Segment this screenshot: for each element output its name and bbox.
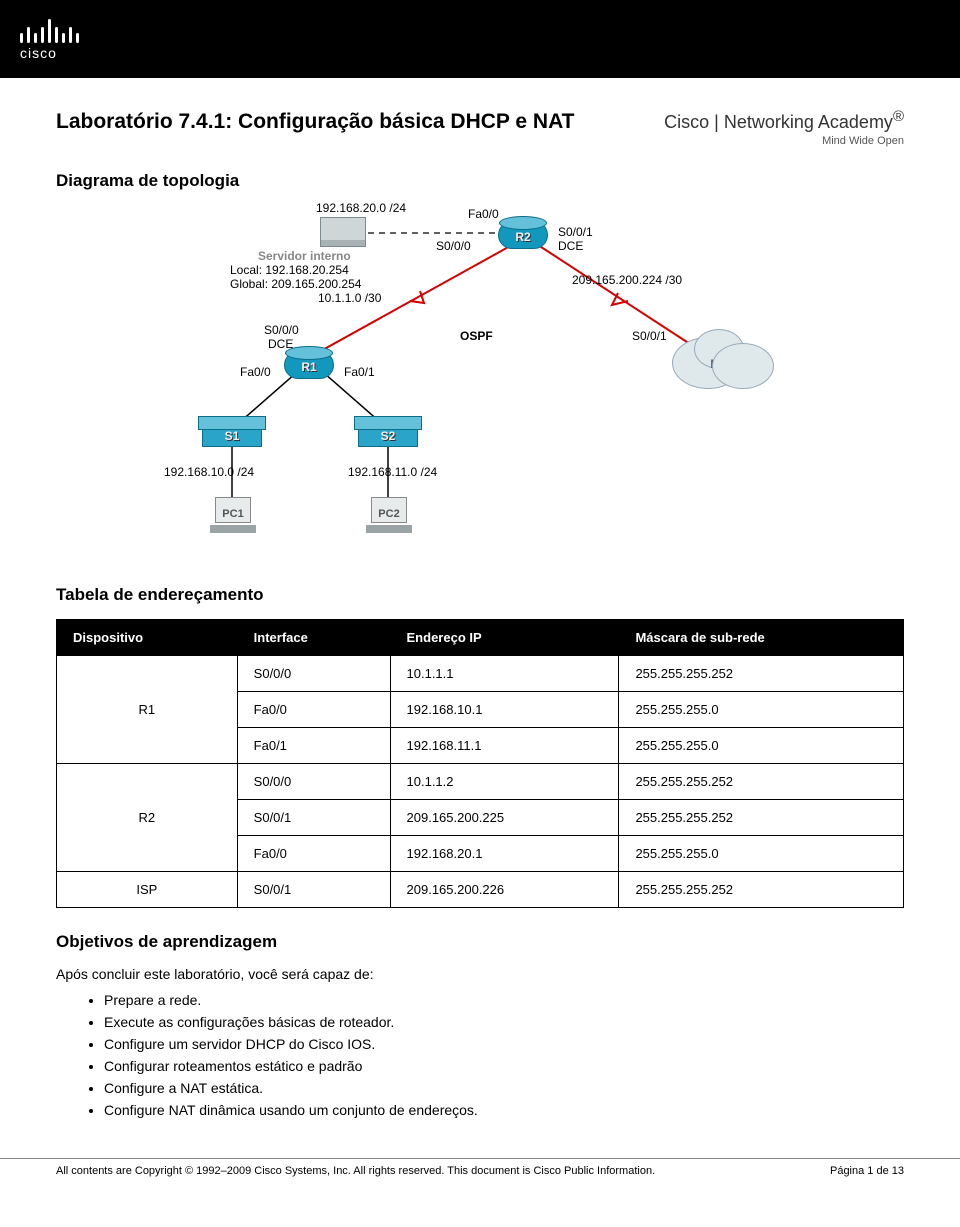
net-pc2: 192.168.11.0 /24 — [348, 465, 437, 479]
table-row: R2 S0/0/0 10.1.1.2 255.255.255.252 — [57, 764, 904, 800]
server-net-label: 192.168.20.0 /24 — [316, 201, 406, 215]
cell-r2: R2 — [57, 764, 238, 872]
switch-s2-label: S2 — [381, 429, 396, 443]
cell: Fa0/1 — [237, 728, 390, 764]
cell: 209.165.200.225 — [390, 800, 619, 836]
pc2-label: PC2 — [378, 508, 399, 520]
server-local: Local: 192.168.20.254 — [230, 263, 349, 277]
th-mask: Máscara de sub-rede — [619, 620, 904, 656]
cell: 192.168.20.1 — [390, 836, 619, 872]
r2-s001: S0/0/1 — [558, 225, 593, 239]
net-pc1: 192.168.10.0 /24 — [164, 465, 254, 479]
switch-s1: S1 — [202, 421, 262, 447]
r1-s000: S0/0/0 — [264, 323, 299, 337]
ospf-label: OSPF — [460, 329, 493, 343]
server-icon — [320, 217, 366, 247]
academy-tm: ® — [893, 108, 904, 125]
objectives-intro: Após concluir este laboratório, você ser… — [56, 966, 904, 982]
academy-branding: Cisco | Networking Academy® Mind Wide Op… — [664, 108, 904, 147]
th-interface: Interface — [237, 620, 390, 656]
academy-line1: Cisco | Networking Academy — [664, 112, 893, 132]
switch-s1-label: S1 — [225, 429, 240, 443]
cell: 255.255.255.0 — [619, 692, 904, 728]
switch-s2: S2 — [358, 421, 418, 447]
cisco-wordmark: cisco — [20, 45, 79, 61]
pc1: PC1 — [210, 497, 256, 533]
topology-heading: Diagrama de topologia — [56, 171, 904, 191]
router-r1: R1 — [284, 351, 334, 379]
cisco-logo-bars — [20, 17, 79, 43]
list-item: Configure a NAT estática. — [104, 1080, 904, 1096]
pc1-label: PC1 — [222, 508, 243, 520]
cisco-logo: cisco — [20, 17, 79, 61]
r1-fa01: Fa0/1 — [344, 365, 375, 379]
loopback-net: 10.1.1.0 /30 — [318, 291, 381, 305]
list-item: Configure um servidor DHCP do Cisco IOS. — [104, 1036, 904, 1052]
table-row: ISP S0/0/1 209.165.200.226 255.255.255.2… — [57, 872, 904, 908]
cell: S0/0/0 — [237, 764, 390, 800]
addressing-table: Dispositivo Interface Endereço IP Máscar… — [56, 619, 904, 908]
list-item: Configurar roteamentos estático e padrão — [104, 1058, 904, 1074]
router-r1-label: R1 — [301, 360, 316, 374]
page-footer: All contents are Copyright © 1992–2009 C… — [0, 1158, 960, 1191]
list-item: Configure NAT dinâmica usando um conjunt… — [104, 1102, 904, 1118]
server-global: Global: 209.165.200.254 — [230, 277, 361, 291]
cell: S0/0/1 — [237, 872, 390, 908]
cell: 192.168.11.1 — [390, 728, 619, 764]
r2-fa00: Fa0/0 — [468, 207, 499, 221]
right-net: 209.165.200.224 /30 — [572, 273, 682, 287]
cell: 209.165.200.226 — [390, 872, 619, 908]
cell: 255.255.255.252 — [619, 656, 904, 692]
topology-diagram: 192.168.20.0 /24 Servidor interno Local:… — [120, 201, 840, 561]
r1-fa00: Fa0/0 — [240, 365, 271, 379]
cell: S0/0/1 — [237, 800, 390, 836]
cell: 10.1.1.2 — [390, 764, 619, 800]
isp-label: ISP — [710, 357, 729, 371]
cell-r1: R1 — [57, 656, 238, 764]
header-black-band: cisco — [0, 0, 960, 78]
cell: S0/0/0 — [237, 656, 390, 692]
cell: 10.1.1.1 — [390, 656, 619, 692]
cell: 255.255.255.0 — [619, 728, 904, 764]
objectives-list: Prepare a rede. Execute as configurações… — [104, 992, 904, 1118]
footer-left: All contents are Copyright © 1992–2009 C… — [56, 1165, 655, 1177]
cell-isp: ISP — [57, 872, 238, 908]
router-r2-label: R2 — [515, 230, 530, 244]
router-r2: R2 — [498, 221, 548, 249]
cell: 255.255.255.0 — [619, 836, 904, 872]
table-row: R1 S0/0/0 10.1.1.1 255.255.255.252 — [57, 656, 904, 692]
cell: 192.168.10.1 — [390, 692, 619, 728]
r2-s000: S0/0/0 — [436, 239, 471, 253]
list-item: Prepare a rede. — [104, 992, 904, 1008]
cell: 255.255.255.252 — [619, 800, 904, 836]
cell: Fa0/0 — [237, 836, 390, 872]
academy-line2: Mind Wide Open — [664, 135, 904, 147]
pc2: PC2 — [366, 497, 412, 533]
th-device: Dispositivo — [57, 620, 238, 656]
r2-s001-dce: DCE — [558, 239, 583, 253]
list-item: Execute as configurações básicas de rote… — [104, 1014, 904, 1030]
server-title: Servidor interno — [258, 249, 351, 263]
addressing-heading: Tabela de endereçamento — [56, 585, 904, 605]
cell: 255.255.255.252 — [619, 764, 904, 800]
objectives-heading: Objetivos de aprendizagem — [56, 932, 904, 952]
cell: Fa0/0 — [237, 692, 390, 728]
cell: 255.255.255.252 — [619, 872, 904, 908]
isp-cloud: ISP — [660, 329, 780, 393]
th-ip: Endereço IP — [390, 620, 619, 656]
footer-right: Página 1 de 13 — [830, 1165, 904, 1177]
doc-title: Laboratório 7.4.1: Configuração básica D… — [56, 110, 575, 134]
